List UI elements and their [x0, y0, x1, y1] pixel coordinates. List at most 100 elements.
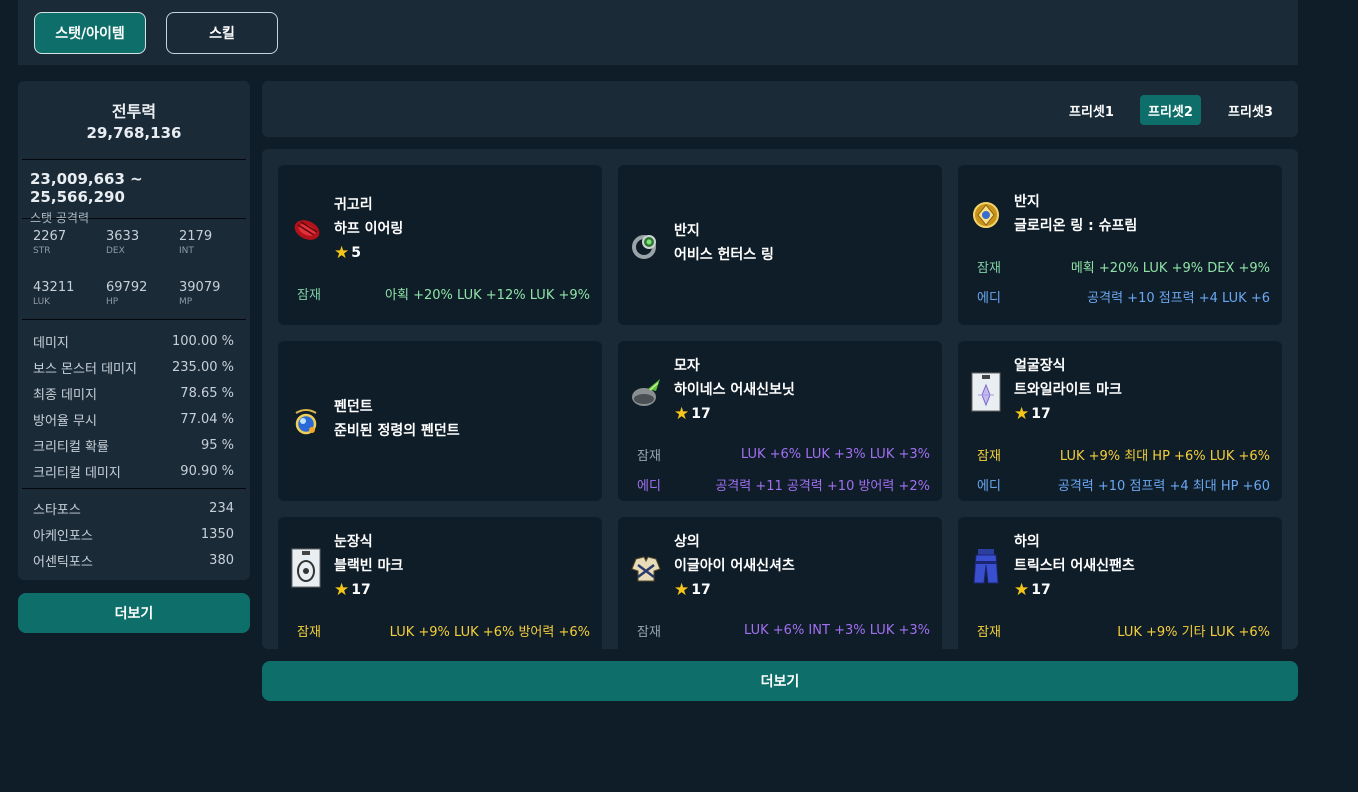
force-value: 1350: [200, 526, 234, 542]
detail-stat-row: 보스 몬스터 데미지 235.00 %: [33, 354, 234, 380]
stat-panel: 전투력 29,768,136 23,009,663 ~ 25,566,290 스…: [18, 81, 250, 580]
potential-row: 잠재 LUK +9% 최대 HP +6% LUK +6%: [977, 444, 1270, 464]
item-type: 모자: [674, 358, 700, 374]
potential-row: 잠재 LUK +9% LUK +6% 방어력 +6%: [297, 620, 590, 640]
item-card-earring[interactable]: 귀고리 하프 이어링 ★ 5 잠재 아획 +20% LUK +12% LUK +9…: [278, 165, 602, 325]
potential-label: 잠재: [977, 448, 1001, 464]
hat-icon: [632, 379, 660, 406]
item-type: 상의: [674, 534, 700, 550]
force-label: 스타포스: [33, 502, 81, 518]
item-card-bottom[interactable]: 하의 트릭스터 어새신팬츠 ★ 17 잠재 LUK +9% 기타 LUK +6%: [958, 517, 1282, 649]
item-name: 트와일라이트 마크: [1014, 382, 1122, 398]
item-card-hat[interactable]: 모자 하이네스 어새신보닛 ★ 17 잠재 LUK +6% LUK +3% LUK…: [618, 341, 942, 501]
potential-row: 잠재 아획 +20% LUK +12% LUK +9%: [297, 283, 590, 303]
item-card-top[interactable]: 상의 이글아이 어새신셔츠 ★ 17 잠재 LUK +6% INT +3% LUK…: [618, 517, 942, 649]
item-card-pendant[interactable]: 펜던트 준비된 정령의 펜던트: [278, 341, 602, 501]
potential-value: LUK +9% 최대 HP +6% LUK +6%: [1059, 448, 1270, 464]
additional-potential-row: 에디 공격력 +10 점프력 +4 최대 HP +60: [977, 474, 1270, 494]
stat-label: INT: [179, 246, 194, 256]
item-name: 블랙빈 마크: [334, 558, 404, 574]
additional-potential-label: 에디: [637, 478, 661, 494]
item-text: 펜던트 준비된 정령의 펜던트: [334, 395, 460, 443]
starforce: ★ 17: [1014, 402, 1122, 426]
item-name: 글로리온 링 : 슈프림: [1014, 218, 1138, 234]
force-value: 380: [209, 552, 234, 568]
earring-icon: [294, 220, 320, 240]
potential-value: LUK +9% 기타 LUK +6%: [1117, 624, 1270, 640]
detail-label: 방어율 무시: [33, 413, 97, 429]
stat-value: 2267: [33, 229, 67, 244]
stat-value: 69792: [106, 279, 148, 295]
pendant-icon: [295, 409, 317, 435]
starforce-value: 5: [351, 245, 361, 261]
gold-ring-icon: [973, 202, 999, 228]
item-name: 트릭스터 어새신팬츠: [1014, 558, 1135, 574]
item-card-eye-accessory[interactable]: 눈장식 블랙빈 마크 ★ 17 잠재 LUK +9% LUK +6% 방어력 +6…: [278, 517, 602, 649]
stat-value: 43211: [33, 279, 75, 295]
potential-label: 잠재: [297, 624, 321, 640]
stat-value: 39079: [179, 279, 221, 295]
stat-value: 2179: [179, 229, 213, 244]
preset-1-button[interactable]: 프리셋1: [1061, 95, 1122, 125]
item-text: 반지 글로리온 링 : 슈프림: [1014, 190, 1137, 238]
starforce-value: 17: [351, 582, 371, 598]
item-text: 얼굴장식 트와일라이트 마크 ★ 17: [1014, 354, 1122, 426]
stat-label: DEX: [106, 246, 125, 256]
force-label: 아케인포스: [33, 528, 93, 544]
starforce: ★ 17: [1014, 578, 1135, 602]
detail-value: 235.00 %: [172, 359, 234, 375]
detail-value: 95 %: [200, 437, 234, 453]
force-label: 어센틱포스: [33, 554, 93, 570]
detail-label: 크리티컬 데미지: [33, 465, 121, 481]
potential-row: 잠재 LUK +6% INT +3% LUK +3%: [637, 620, 930, 640]
item-text: 눈장식 블랙빈 마크 ★ 17: [334, 530, 403, 602]
item-name: 하이네스 어새신보닛: [674, 382, 795, 398]
detail-stat-row: 데미지 100.00 %: [33, 328, 234, 354]
potential-row: 잠재 LUK +6% LUK +3% LUK +3%: [637, 444, 930, 464]
detail-value: 78.65 %: [180, 385, 234, 401]
stat-label: MP: [179, 296, 193, 307]
additional-potential-value: 공격력 +10 점프력 +4 최대 HP +60: [1057, 478, 1270, 494]
item-text: 하의 트릭스터 어새신팬츠 ★ 17: [1014, 530, 1135, 602]
potential-value: 메획 +20% LUK +9% DEX +9%: [1070, 260, 1270, 276]
force-stats-list: 스타포스 234 아케인포스 1350 어센틱포스 380: [18, 489, 250, 573]
item-type: 반지: [674, 223, 700, 239]
tab-stat-item[interactable]: 스탯/아이템: [34, 12, 146, 54]
bottom-icon: [973, 549, 999, 584]
stat-luk: 43211 LUK: [33, 280, 106, 320]
additional-potential-value: 공격력 +11 공격력 +10 방어력 +2%: [715, 478, 930, 494]
detail-stat-row: 방어율 무시 77.04 %: [33, 406, 234, 432]
item-text: 귀고리 하프 이어링 ★ 5: [334, 193, 403, 265]
item-name: 하프 이어링: [334, 221, 404, 237]
item-card-ring[interactable]: 반지 글로리온 링 : 슈프림 잠재 메획 +20% LUK +9% DEX +…: [958, 165, 1282, 325]
starforce: ★ 17: [674, 578, 795, 602]
preset-2-button[interactable]: 프리셋2: [1140, 95, 1201, 125]
item-type: 하의: [1014, 534, 1040, 550]
stat-value: 3633: [106, 229, 140, 244]
item-name: 이글아이 어새신셔츠: [674, 558, 795, 574]
combat-power-label: 전투력: [111, 102, 157, 121]
item-type: 눈장식: [334, 534, 373, 550]
detail-stat-row: 크리티컬 데미지 90.90 %: [33, 458, 234, 484]
items-more-button[interactable]: 더보기: [262, 661, 1298, 701]
star-icon: ★: [674, 404, 690, 424]
preset-3-button[interactable]: 프리셋3: [1220, 95, 1281, 125]
star-icon: ★: [674, 580, 690, 600]
item-card-ring[interactable]: 반지 어비스 헌터스 링: [618, 165, 942, 325]
face-accessory-icon: [971, 372, 1001, 412]
attack-range-block: 23,009,663 ~ 25,566,290 스탯 공격력: [18, 160, 250, 225]
base-stats-grid: 2267 STR 3633 DEX 2179 INT 43211 LUK 69792 HP…: [18, 219, 250, 319]
star-icon: ★: [1014, 404, 1030, 424]
item-card-face-accessory[interactable]: 얼굴장식 트와일라이트 마크 ★ 17 잠재 LUK +9% 최대 HP +6% …: [958, 341, 1282, 501]
tab-skill[interactable]: 스킬: [166, 12, 278, 54]
additional-potential-label: 에디: [977, 290, 1001, 306]
item-text: 반지 어비스 헌터스 링: [674, 219, 774, 267]
potential-row: 잠재 LUK +9% 기타 LUK +6%: [977, 620, 1270, 640]
potential-value: 아획 +20% LUK +12% LUK +9%: [385, 287, 590, 303]
additional-potential-label: 에디: [977, 478, 1001, 494]
item-type: 펜던트: [334, 399, 373, 415]
top-icon: [631, 556, 661, 582]
detail-value: 90.90 %: [180, 463, 234, 479]
force-stat-row: 스타포스 234: [33, 495, 234, 521]
stats-more-button[interactable]: 더보기: [18, 593, 250, 633]
